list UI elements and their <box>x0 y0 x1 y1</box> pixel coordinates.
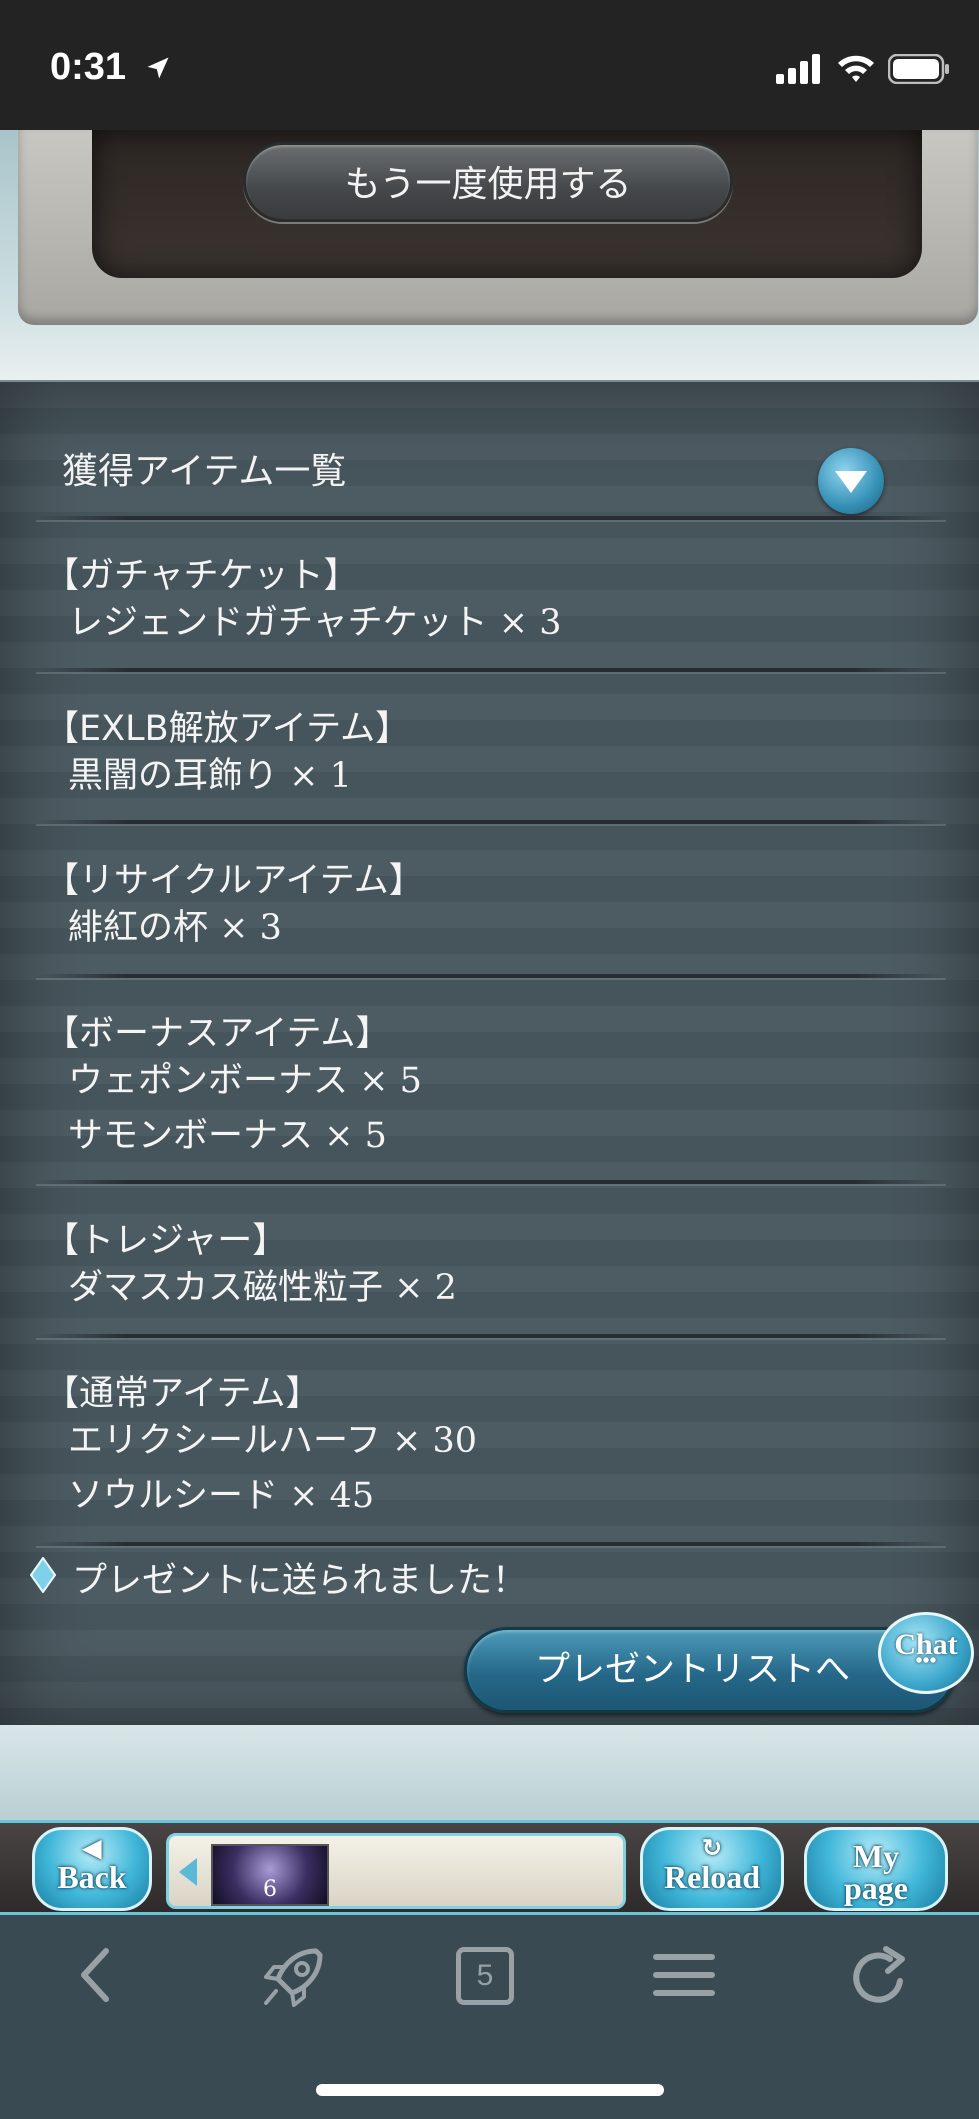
chevron-down-icon[interactable] <box>818 448 884 514</box>
item-qty: × 5 <box>359 1061 422 1101</box>
rocket-icon[interactable] <box>258 1945 328 2011</box>
queue-left-arrow-icon[interactable] <box>179 1858 197 1886</box>
divider <box>36 974 946 978</box>
divider <box>36 1334 946 1338</box>
item-qty: × 3 <box>498 603 562 643</box>
item-name: レジェンドガチャチケット <box>68 603 488 643</box>
mypage-line2: page <box>844 1870 908 1906</box>
category-label: 【リサイクルアイテム】 <box>44 861 424 901</box>
divider <box>36 1542 946 1546</box>
quest-queue[interactable]: 6 <box>166 1833 626 1909</box>
category-label: 【EXLB解放アイテム】 <box>44 709 411 749</box>
status-bar: 0:31 <box>0 0 979 130</box>
back-chevron-icon[interactable] <box>74 1945 118 2005</box>
back-label: Back <box>57 1859 127 1895</box>
list-item: 緋紅の杯 × 3 <box>68 899 282 950</box>
item-qty: × 3 <box>219 908 282 948</box>
use-again-button[interactable]: もう一度使用する <box>243 142 733 222</box>
item-qty: × 1 <box>289 756 352 796</box>
divider <box>36 820 946 824</box>
browser-toolbar: 5 <box>0 1915 979 2119</box>
mypage-line1: My <box>852 1838 900 1874</box>
obtained-items-panel: 獲得アイテム一覧 【ガチャチケット】 レジェンドガチャチケット × 3 【EXL… <box>0 380 979 1727</box>
back-arrow-icon: ◀ <box>82 1836 102 1862</box>
item-name: 黒闇の耳飾り <box>68 756 279 796</box>
list-item: 黒闇の耳飾り × 1 <box>68 747 352 798</box>
list-item: レジェンドガチャチケット × 3 <box>68 594 562 645</box>
divider <box>36 1180 946 1184</box>
refresh-icon[interactable] <box>846 1945 912 2011</box>
item-name: サモンボーナス <box>68 1116 314 1156</box>
list-item: ダマスカス磁性粒子 × 2 <box>68 1259 457 1310</box>
tabs-icon[interactable]: 5 <box>456 1947 514 2005</box>
divider <box>36 516 946 520</box>
game-nav-bar: ◀ Back 6 ↻ Reload My page <box>0 1820 979 1915</box>
item-qty: × 30 <box>392 1421 478 1461</box>
queue-thumbnail[interactable]: 6 <box>211 1844 329 1906</box>
category-label: 【ガチャチケット】 <box>44 556 359 596</box>
content-footer-band <box>0 1725 979 1820</box>
item-name: ウェポンボーナス <box>68 1061 349 1101</box>
divider <box>36 668 946 672</box>
diamond-icon <box>30 1557 56 1593</box>
category-label: 【通常アイテム】 <box>44 1374 321 1414</box>
list-item: ソウルシード × 45 <box>68 1467 374 1518</box>
queue-count: 6 <box>263 1877 277 1902</box>
cellular-signal-icon <box>776 54 820 84</box>
panel-title: 獲得アイテム一覧 <box>62 451 347 492</box>
wifi-icon <box>838 55 874 82</box>
reload-button[interactable]: ↻ Reload <box>640 1827 784 1911</box>
back-button[interactable]: ◀ Back <box>32 1827 152 1911</box>
item-name: エリクシールハーフ <box>68 1421 381 1461</box>
item-qty: × 45 <box>289 1476 375 1516</box>
list-item: ウェポンボーナス × 5 <box>68 1052 422 1103</box>
item-qty: × 2 <box>394 1268 457 1308</box>
item-qty: × 5 <box>324 1116 387 1156</box>
location-arrow-icon <box>147 57 169 79</box>
reload-icon: ↻ <box>701 1836 723 1862</box>
present-sent-note: プレゼントに送られました！ <box>72 1561 528 1601</box>
reload-label: Reload <box>664 1859 760 1895</box>
home-indicator <box>316 2084 664 2096</box>
list-item: エリクシールハーフ × 30 <box>68 1412 477 1463</box>
chat-dots-icon: ••• <box>915 1650 937 1672</box>
summon-frame: もう一度使用する <box>0 130 979 380</box>
menu-icon[interactable] <box>652 1945 716 2005</box>
category-label: 【トレジャー】 <box>44 1221 288 1261</box>
mypage-label: My page <box>807 1830 945 1904</box>
item-name: 緋紅の杯 <box>68 908 209 948</box>
item-name: ダマスカス磁性粒子 <box>68 1268 384 1308</box>
mypage-button[interactable]: My page <box>804 1827 948 1911</box>
item-name: ソウルシード <box>68 1476 279 1516</box>
category-label: 【ボーナスアイテム】 <box>44 1014 391 1054</box>
status-time: 0:31 <box>50 46 127 88</box>
list-item: サモンボーナス × 5 <box>68 1107 387 1158</box>
battery-icon <box>888 54 949 84</box>
chat-button[interactable]: Chat ••• <box>878 1612 974 1694</box>
